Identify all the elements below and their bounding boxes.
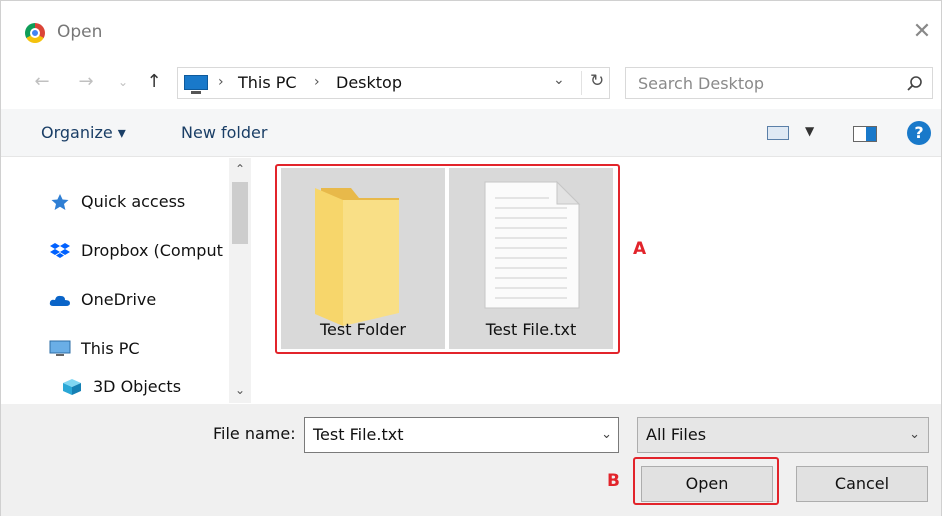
sidebar-item-label: OneDrive (81, 290, 157, 309)
navigation-pane-scrollbar[interactable]: ⌃ ⌄ (229, 158, 251, 403)
file-name-input[interactable]: Test File.txt ⌄ (304, 417, 619, 453)
sidebar-item-label: Quick access (81, 192, 186, 211)
command-bar: Organize ▾ New folder ▼ ? (1, 109, 941, 157)
open-file-dialog: Open ✕ ← → ⌄ ↑ › This PC › Desktop ⌄ ↻ S… (0, 0, 942, 516)
window-title: Open (57, 22, 103, 42)
sidebar-item-label: 3D Objects (93, 377, 182, 396)
sidebar-item-label: Dropbox (Comput (81, 241, 223, 260)
search-box[interactable]: Search Desktop (625, 67, 933, 99)
cloud-icon (49, 295, 70, 306)
file-name-value: Test File.txt (313, 425, 404, 444)
breadcrumb-this-pc[interactable]: This PC (238, 73, 297, 92)
scroll-up-button[interactable]: ⌃ (229, 162, 251, 176)
title-bar: Open ✕ (1, 1, 941, 59)
cube-icon (63, 378, 81, 395)
scroll-thumb[interactable] (232, 182, 248, 244)
breadcrumb-separator: › (218, 74, 224, 90)
breadcrumb-separator: › (314, 74, 320, 90)
breadcrumb-desktop[interactable]: Desktop (336, 73, 402, 92)
change-view-icon[interactable] (767, 126, 789, 140)
help-icon[interactable]: ? (907, 121, 931, 145)
file-name-panel: File name: Test File.txt ⌄ All Files ⌄ O… (1, 404, 941, 516)
file-name-label: File name: (213, 424, 296, 443)
file-type-value: All Files (646, 425, 707, 444)
sidebar-item-3d-objects[interactable]: 3D Objects (61, 376, 181, 400)
annotation-label-b: B (607, 471, 620, 491)
scroll-down-button[interactable]: ⌄ (229, 383, 251, 397)
close-button[interactable]: ✕ (905, 15, 939, 49)
file-name-dropdown-button[interactable]: ⌄ (601, 418, 612, 452)
sidebar-item-dropbox[interactable]: Dropbox (Comput (49, 240, 229, 264)
refresh-button[interactable]: ↻ (581, 71, 604, 95)
dropbox-icon (50, 242, 70, 258)
view-dropdown-button[interactable]: ▼ (805, 124, 814, 138)
annotation-label-a: A (633, 239, 647, 259)
navigation-bar: ← → ⌄ ↑ › This PC › Desktop ⌄ ↻ Search D… (1, 63, 941, 103)
new-folder-button[interactable]: New folder (181, 123, 267, 142)
up-button[interactable]: ↑ (143, 69, 165, 95)
sidebar-item-label: This PC (81, 339, 140, 358)
chrome-icon (25, 23, 45, 43)
navigation-pane: Quick access Dropbox (Comput OneDrive Th… (1, 158, 255, 403)
preview-pane-icon[interactable] (853, 126, 877, 142)
sidebar-item-this-pc[interactable]: This PC (49, 338, 140, 362)
search-icon[interactable] (906, 75, 924, 93)
star-icon (51, 193, 69, 210)
computer-icon (49, 340, 71, 356)
search-input[interactable]: Search Desktop (638, 74, 764, 93)
recent-locations-button[interactable]: ⌄ (115, 69, 131, 95)
back-button[interactable]: ← (31, 69, 53, 95)
forward-button[interactable]: → (75, 69, 97, 95)
chevron-down-icon[interactable]: ⌄ (909, 418, 920, 452)
computer-icon (184, 75, 208, 94)
sidebar-item-quick-access[interactable]: Quick access (49, 191, 185, 215)
organize-button[interactable]: Organize ▾ (41, 123, 126, 142)
file-type-select[interactable]: All Files ⌄ (637, 417, 929, 453)
annotation-box-b (633, 457, 779, 505)
address-bar[interactable]: › This PC › Desktop ⌄ ↻ (177, 67, 610, 99)
cancel-button[interactable]: Cancel (796, 466, 928, 502)
annotation-box-a (275, 164, 620, 354)
address-dropdown-button[interactable]: ⌄ (553, 72, 565, 88)
sidebar-item-onedrive[interactable]: OneDrive (49, 289, 156, 313)
